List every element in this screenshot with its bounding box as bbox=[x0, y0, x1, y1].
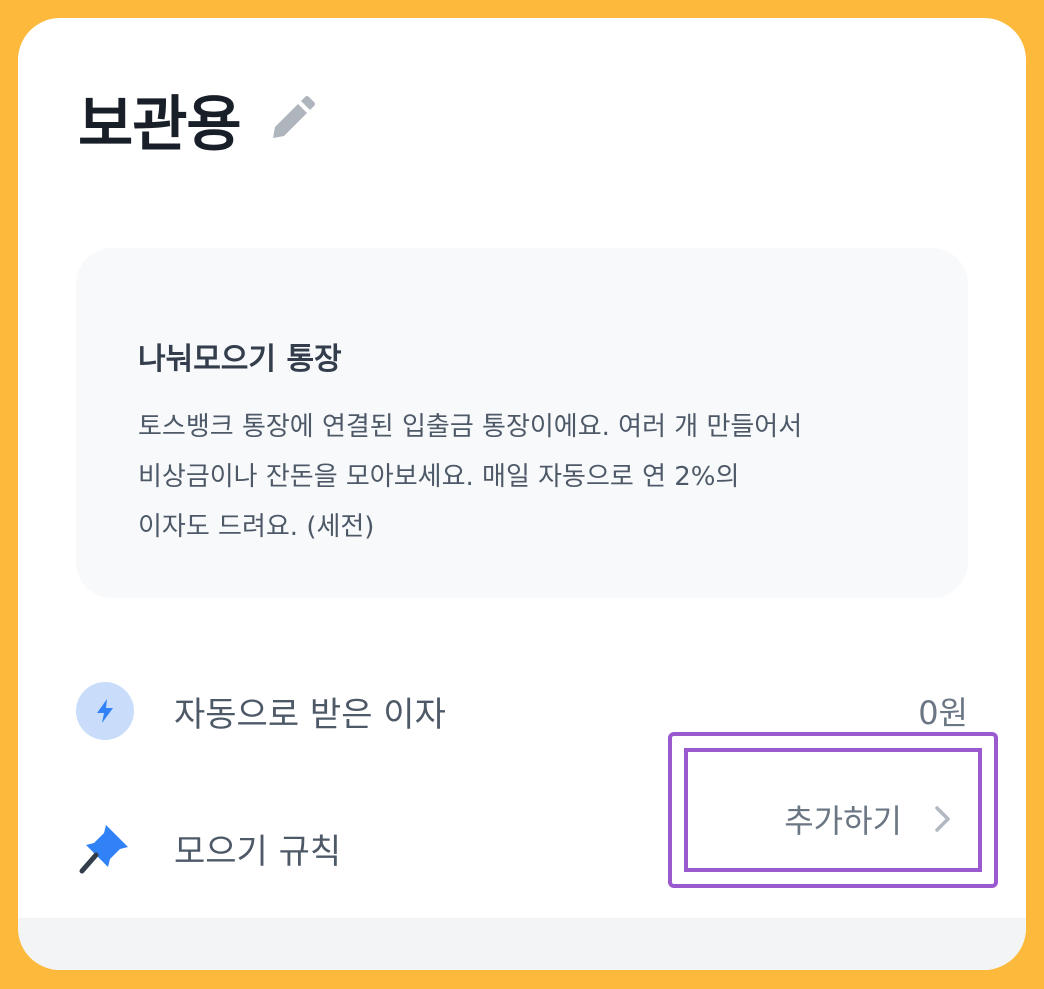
pushpin-icon bbox=[76, 819, 134, 877]
pencil-icon[interactable] bbox=[265, 94, 317, 146]
info-description: 토스뱅크 통장에 연결된 입출금 통장이에요. 여러 개 만들어서 비상금이나 … bbox=[138, 412, 803, 542]
info-box: 나눠모으기 통장 토스뱅크 통장에 연결된 입출금 통장이에요. 여러 개 만들… bbox=[76, 248, 968, 598]
lightning-icon bbox=[76, 682, 134, 740]
info-title: 나눠모으기 통장 bbox=[138, 342, 342, 377]
add-rule-label: 추가하기 bbox=[784, 802, 902, 840]
bottom-divider bbox=[18, 918, 1026, 970]
add-rule-button[interactable]: 추가하기 bbox=[672, 735, 996, 903]
interest-value: 0원 bbox=[918, 694, 968, 732]
page-title: 보관용 bbox=[78, 90, 242, 160]
header: 보관용 bbox=[78, 76, 317, 163]
chevron-right-icon bbox=[932, 804, 954, 834]
interest-label: 자동으로 받은 이자 bbox=[174, 694, 446, 735]
rule-label: 모으기 규칙 bbox=[174, 831, 342, 872]
